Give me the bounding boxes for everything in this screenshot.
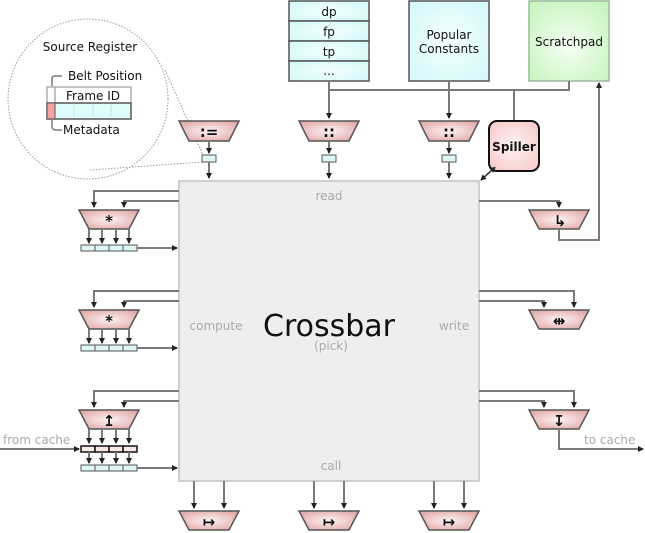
multiply-op-icon: * <box>105 312 113 330</box>
copy-result-slot <box>201 154 217 163</box>
crossbar-call-label: call <box>321 459 342 473</box>
read-unit-constants: :: <box>417 90 481 179</box>
call-op-icon: ↦ <box>443 513 456 531</box>
call-op-icon: ↦ <box>323 513 336 531</box>
load-op-icon: ↥ <box>103 412 116 430</box>
call-op-icon: ↦ <box>203 513 216 531</box>
metadata-label: Metadata <box>63 123 120 137</box>
source-register-inset: Source Register Belt Position Frame ID M… <box>7 18 205 180</box>
multiply-op-icon: * <box>105 212 113 230</box>
cache-buffer-cell <box>94 445 110 453</box>
cache-buffer-cell <box>108 445 124 453</box>
scratchpad-box: Scratchpad <box>528 0 610 82</box>
crossbar-compute-label: compute <box>190 319 243 333</box>
crossbar-write-label: write <box>439 319 469 333</box>
cache-buffer-cell <box>80 445 96 453</box>
call-unit-1: ↦ <box>177 481 241 531</box>
copy-unit: := <box>177 120 241 179</box>
magnifier-line-bottom <box>89 161 204 171</box>
from-cache-label: from cache <box>3 433 70 447</box>
magnifier-line-top <box>164 69 205 158</box>
spill-op-icon: ↳ <box>554 212 567 230</box>
store-unit: ↧ to cache <box>479 390 644 452</box>
call-unit-2: ↦ <box>297 481 361 531</box>
cache-buffer-cell <box>122 445 138 453</box>
belt-crossbar-diagram: Source Register Belt Position Frame ID M… <box>0 0 644 531</box>
copy-op-icon: := <box>200 123 219 141</box>
call-unit-3: ↦ <box>417 481 481 531</box>
constant-op-icon: :: <box>443 123 455 141</box>
popular-constants-label-2: Constants <box>419 42 479 56</box>
scratchpad-label: Scratchpad <box>535 35 603 49</box>
read-unit-registers: :: <box>297 90 361 179</box>
popular-constants-label-1: Popular <box>427 28 472 42</box>
constant-result-slot <box>441 154 457 163</box>
special-registers: dp fp tp ... <box>288 0 370 82</box>
frame-id-label: Frame ID <box>66 89 120 103</box>
register-tp-label: tp <box>323 45 335 59</box>
read-result-slot <box>321 154 337 163</box>
read-op-icon: :: <box>323 123 335 141</box>
crossbar-read-label: read <box>315 189 342 203</box>
belt-position-bracket <box>51 75 62 86</box>
register-more-label: ... <box>323 64 334 78</box>
metadata-cell <box>46 102 56 120</box>
to-cache-label: to cache <box>584 433 635 447</box>
crossbar-subtitle: (pick) <box>314 339 348 353</box>
register-dp-label: dp <box>321 5 336 19</box>
metadata-bracket <box>51 119 62 131</box>
spiller-box: Spiller <box>488 120 540 172</box>
spiller-label: Spiller <box>492 140 536 154</box>
popular-constants-box: Popular Constants <box>408 0 490 82</box>
multiply-unit-1: * <box>77 190 179 252</box>
shuffle-unit: ⇹ <box>479 290 591 330</box>
inset-title: Source Register <box>43 40 138 54</box>
store-op-icon: ↧ <box>553 412 566 430</box>
register-cell <box>46 102 132 120</box>
shuffle-op-icon: ⇹ <box>553 312 566 330</box>
load-unit: ↥ from cache <box>0 390 179 472</box>
register-fp-label: fp <box>323 25 335 39</box>
belt-position-label: Belt Position <box>68 69 142 83</box>
spiller-crossbar-link <box>480 166 496 181</box>
multiply-unit-2: * <box>77 290 179 352</box>
